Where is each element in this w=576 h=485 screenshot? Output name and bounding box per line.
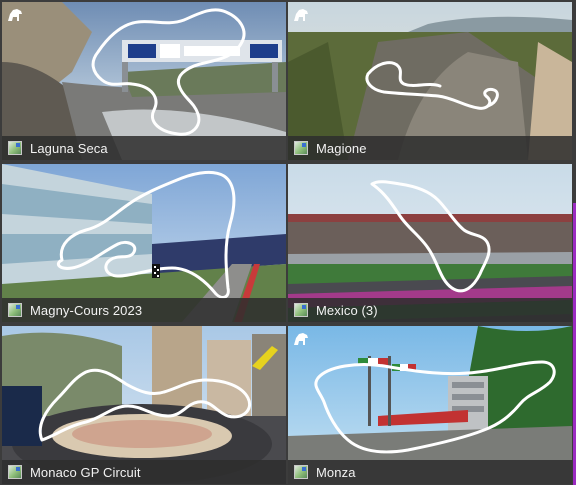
track-name: Magione: [316, 140, 367, 156]
image-thumbnail-icon: [294, 465, 308, 479]
ac-horse-logo-icon: [8, 9, 22, 21]
track-caption-bar: Magny-Cours 2023: [2, 298, 286, 322]
track-name: Monaco GP Circuit: [30, 464, 141, 480]
track-caption-bar: Monaco GP Circuit: [2, 460, 286, 484]
track-caption-bar: Mexico (3): [288, 298, 572, 322]
image-thumbnail-icon: [8, 465, 22, 479]
track-tile-mexico-3[interactable]: Mexico (3): [288, 164, 572, 322]
image-thumbnail-icon: [8, 303, 22, 317]
track-name: Monza: [316, 464, 356, 480]
track-tile-monza[interactable]: Monza: [288, 326, 572, 484]
track-name: Magny-Cours 2023: [30, 302, 143, 318]
track-caption-bar: Monza: [288, 460, 572, 484]
ac-horse-logo-icon: [294, 9, 308, 21]
track-tile-magione[interactable]: Magione: [288, 2, 572, 160]
track-caption-bar: Laguna Seca: [2, 136, 286, 160]
track-name: Laguna Seca: [30, 140, 108, 156]
track-grid: Laguna Seca Magione Magny-Cours 2023 Mex…: [0, 0, 576, 485]
track-tile-laguna-seca[interactable]: Laguna Seca: [2, 2, 286, 160]
image-thumbnail-icon: [294, 141, 308, 155]
track-name: Mexico (3): [316, 302, 378, 318]
track-caption-bar: Magione: [288, 136, 572, 160]
ac-horse-logo-icon: [294, 333, 308, 345]
track-tile-monaco-gp-circuit[interactable]: Monaco GP Circuit: [2, 326, 286, 484]
track-tile-magny-cours-2023[interactable]: Magny-Cours 2023: [2, 164, 286, 322]
image-thumbnail-icon: [294, 303, 308, 317]
image-thumbnail-icon: [8, 141, 22, 155]
